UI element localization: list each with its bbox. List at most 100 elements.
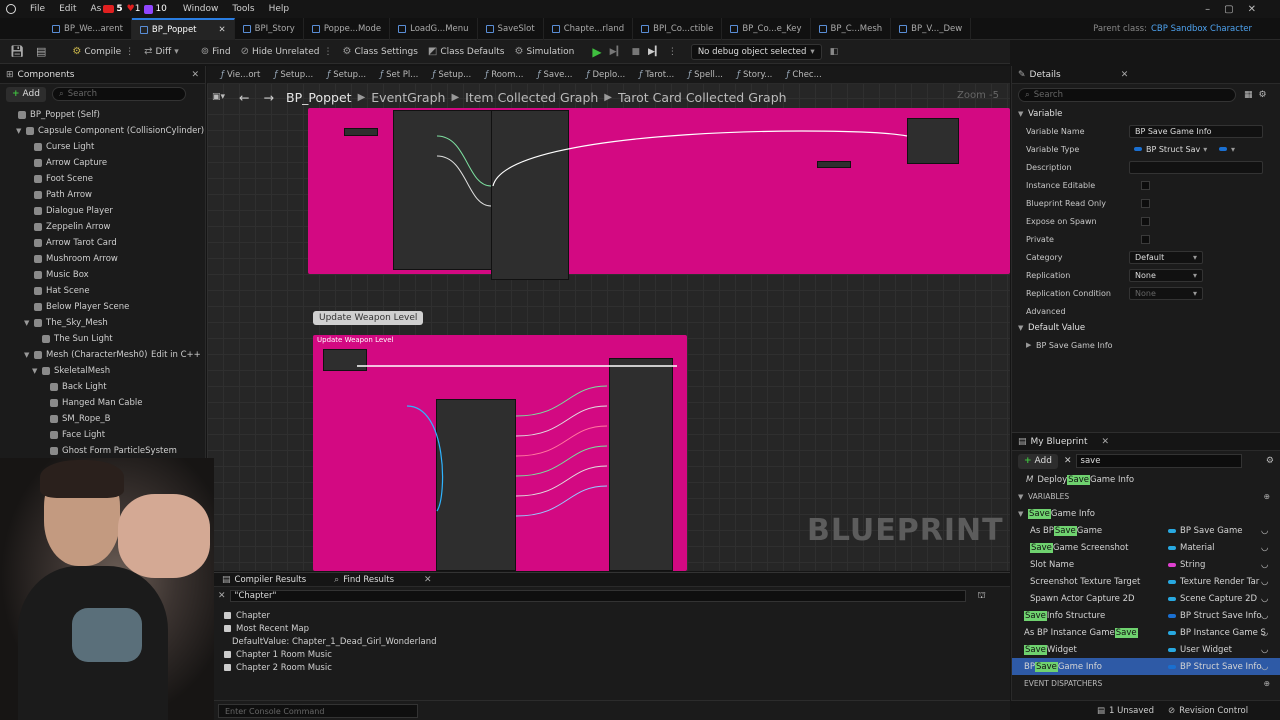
save-icon[interactable]: 💾︎ bbox=[10, 45, 24, 58]
component-item[interactable]: SM_Rope_B bbox=[0, 411, 205, 427]
breadcrumb-blueprint[interactable]: BP_Poppet bbox=[286, 90, 352, 105]
component-item[interactable]: Zeppelin Arrow bbox=[0, 219, 205, 235]
edit-in-cpp-link[interactable]: Edit in C++ bbox=[151, 350, 201, 360]
component-item[interactable]: BP_Poppet (Self) bbox=[0, 107, 205, 123]
checkbox[interactable] bbox=[1141, 216, 1150, 226]
variable-item[interactable]: As BP Instance Game Save BP Instance Game… bbox=[1012, 624, 1280, 641]
component-item[interactable]: Mushroom Arrow bbox=[0, 251, 205, 267]
close-icon[interactable]: ✕ bbox=[191, 70, 199, 80]
menu-file[interactable]: File bbox=[30, 4, 45, 14]
component-item[interactable]: Arrow Tarot Card bbox=[0, 235, 205, 251]
component-item[interactable]: Hanged Man Cable bbox=[0, 395, 205, 411]
play-options-icon[interactable]: ⋮ bbox=[668, 47, 677, 57]
add-member-button[interactable]: + Add bbox=[1018, 453, 1058, 469]
document-tab[interactable]: BPI_Story bbox=[235, 17, 304, 40]
variable-item[interactable]: Save Game Screenshot Material ◡ bbox=[1012, 539, 1280, 556]
visibility-eye-icon[interactable]: ◡ bbox=[1261, 645, 1268, 655]
find-button[interactable]: ⊚ Find bbox=[201, 46, 231, 57]
variable-item[interactable]: Screenshot Texture Target Texture Render … bbox=[1012, 573, 1280, 590]
debug-object-select[interactable]: No debug object selected ▾ bbox=[690, 43, 822, 60]
visibility-eye-icon[interactable]: ◡ bbox=[1261, 560, 1268, 570]
component-item[interactable]: Dialogue Player bbox=[0, 203, 205, 219]
visibility-eye-icon[interactable]: ◡ bbox=[1261, 662, 1268, 672]
component-item[interactable]: Ghost Form ParticleSystem bbox=[0, 443, 205, 459]
add-variable-icon[interactable]: ⊕ bbox=[1264, 492, 1270, 501]
menu-asset[interactable]: As bbox=[91, 4, 102, 14]
menu-tools[interactable]: Tools bbox=[232, 4, 254, 14]
graph-tab[interactable]: ƒ Set Pl... bbox=[380, 70, 418, 80]
component-item[interactable]: The Sun Light bbox=[0, 331, 205, 347]
visibility-eye-icon[interactable]: ◡ bbox=[1261, 611, 1268, 621]
class-settings-button[interactable]: ⚙ Class Settings bbox=[342, 46, 417, 57]
graph-tab[interactable]: ƒ Save... bbox=[538, 70, 573, 80]
clear-search-icon[interactable]: ✕ bbox=[1064, 456, 1072, 466]
component-item[interactable]: Foot Scene bbox=[0, 171, 205, 187]
visibility-eye-icon[interactable]: ◡ bbox=[1261, 526, 1268, 536]
breadcrumb-eventgraph[interactable]: EventGraph bbox=[371, 90, 445, 105]
close-icon[interactable]: ✕ bbox=[1121, 70, 1129, 80]
checkbox[interactable] bbox=[1141, 198, 1150, 208]
component-item[interactable]: Curse Light bbox=[0, 139, 205, 155]
document-tab[interactable]: LoadG...Menu bbox=[390, 17, 478, 40]
event-graph-canvas[interactable]: Update Weapon Level Update Weapon Level … bbox=[207, 66, 1010, 571]
find-result-item[interactable]: Chapter 2 Room Music bbox=[224, 661, 1000, 674]
unsaved-count[interactable]: 1 Unsaved bbox=[1109, 706, 1154, 716]
add-component-button[interactable]: + Add bbox=[6, 86, 46, 102]
graph-tab[interactable]: ƒ Setup... bbox=[432, 70, 471, 80]
clear-search-icon[interactable]: ✕ bbox=[218, 591, 226, 601]
add-dispatcher-icon[interactable]: ⊕ bbox=[1264, 679, 1270, 688]
component-item[interactable]: ▼ The_Sky_Mesh bbox=[0, 315, 205, 331]
find-search-input[interactable]: "Chapter" bbox=[229, 590, 966, 602]
visibility-eye-icon[interactable]: ◡ bbox=[1261, 594, 1268, 604]
variable-item[interactable]: Slot Name String ◡ bbox=[1012, 556, 1280, 573]
compile-options-icon[interactable]: ⋮ bbox=[125, 47, 134, 57]
default-value-item[interactable]: ▶ BP Save Game Info bbox=[1012, 336, 1280, 354]
graph-menu-icon[interactable]: ▣▾ bbox=[212, 92, 225, 102]
default-value-section-header[interactable]: ▼ Default Value bbox=[1012, 320, 1280, 336]
save-game-info-category[interactable]: ▼ Save Game Info bbox=[1012, 505, 1280, 522]
hide-unrelated-button[interactable]: ⊘ Hide Unrelated ⋮ bbox=[241, 46, 333, 57]
breadcrumb-item-collected[interactable]: Item Collected Graph bbox=[465, 90, 598, 105]
visibility-eye-icon[interactable]: ◡ bbox=[1261, 577, 1268, 587]
variable-section-header[interactable]: ▼ Variable bbox=[1012, 106, 1280, 122]
dropdown[interactable]: None ▾ bbox=[1129, 268, 1203, 282]
unreal-logo-icon[interactable] bbox=[6, 4, 16, 14]
document-tab[interactable]: BP_We...arent bbox=[44, 17, 132, 40]
step-icon[interactable]: ▶▎ bbox=[610, 47, 624, 57]
component-item[interactable]: Back Light bbox=[0, 379, 205, 395]
parent-class-value[interactable]: CBP Sandbox Character bbox=[1151, 24, 1252, 34]
graph-tab[interactable]: ƒ Room... bbox=[485, 70, 523, 80]
graph-tab[interactable]: ƒ Vie...ort bbox=[221, 70, 260, 80]
component-item[interactable]: ▼ Capsule Component (CollisionCylinder) bbox=[0, 123, 205, 139]
find-result-item[interactable]: DefaultValue: Chapter_1_Dead_Girl_Wonder… bbox=[224, 635, 1000, 648]
graph-tab[interactable]: ƒ Chec... bbox=[786, 70, 821, 80]
deploy-save-game-info-function[interactable]: M Deploy Save Game Info bbox=[1012, 471, 1280, 488]
components-search-input[interactable]: ⌕ Search bbox=[51, 87, 186, 101]
component-item[interactable]: Music Box bbox=[0, 267, 205, 283]
graph-tab[interactable]: ƒ Tarot... bbox=[639, 70, 674, 80]
component-item[interactable]: Face Light bbox=[0, 427, 205, 443]
document-tab[interactable]: BP_C...Mesh bbox=[811, 17, 892, 40]
component-item[interactable]: Path Arrow bbox=[0, 187, 205, 203]
close-icon[interactable]: ✕ bbox=[424, 575, 432, 585]
dropdown[interactable]: Default ▾ bbox=[1129, 250, 1203, 264]
find-result-item[interactable]: Most Recent Map bbox=[224, 622, 1000, 635]
variable-item[interactable]: Save Info Structure BP Struct Save Info ◡ bbox=[1012, 607, 1280, 624]
component-item[interactable]: Hat Scene bbox=[0, 283, 205, 299]
class-defaults-button[interactable]: ◩ Class Defaults bbox=[428, 46, 505, 57]
my-blueprint-search-input[interactable]: save bbox=[1075, 454, 1242, 468]
variable-item[interactable]: Save Widget User Widget ◡ bbox=[1012, 641, 1280, 658]
text-field[interactable] bbox=[1129, 160, 1263, 174]
graph-tab[interactable]: ƒ Setup... bbox=[327, 70, 366, 80]
settings-icon[interactable]: ⚙ bbox=[1266, 456, 1274, 466]
visibility-eye-icon[interactable]: ◡ bbox=[1261, 543, 1268, 553]
component-item[interactable]: Below Player Scene bbox=[0, 299, 205, 315]
component-item[interactable]: ▼ SkeletalMesh bbox=[0, 363, 205, 379]
document-tab[interactable]: SaveSlot bbox=[478, 17, 544, 40]
forward-icon[interactable]: → bbox=[264, 90, 274, 105]
diff-button[interactable]: ⇄ Diff ▾ bbox=[144, 46, 179, 57]
back-icon[interactable]: ← bbox=[239, 90, 249, 105]
compiler-results-tab[interactable]: Compiler Results bbox=[235, 575, 307, 585]
graph-tab[interactable]: ƒ Setup... bbox=[274, 70, 313, 80]
console-input[interactable]: Enter Console Command bbox=[218, 704, 418, 718]
